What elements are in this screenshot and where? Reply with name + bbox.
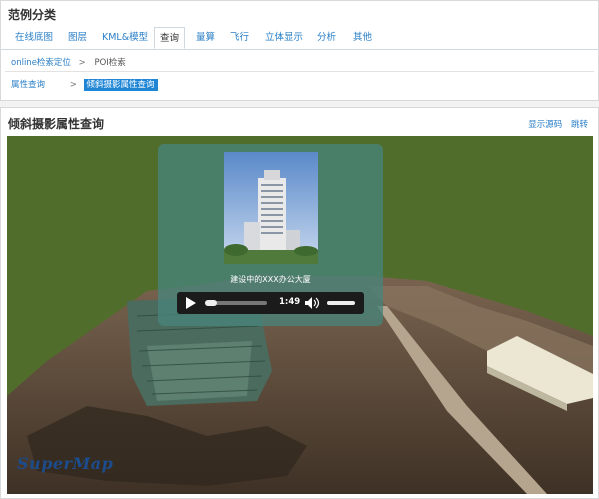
- player-time: 1:49: [279, 297, 301, 307]
- tab-measure[interactable]: 量算: [196, 27, 215, 49]
- tab-analysis[interactable]: 分析: [317, 27, 336, 49]
- example-actions: 显示源码 跳转: [522, 118, 588, 130]
- tab-online-basemap[interactable]: 在线底图: [15, 27, 53, 49]
- volume-icon[interactable]: [305, 297, 320, 309]
- tab-stereo-display[interactable]: 立体显示: [265, 27, 303, 49]
- link-online-search[interactable]: online检索定位: [11, 58, 71, 68]
- tab-query[interactable]: 查询: [154, 27, 186, 49]
- breadcrumb-sep: >: [69, 80, 77, 90]
- play-icon[interactable]: [186, 297, 196, 309]
- tab-kml-model[interactable]: KML&模型: [102, 27, 148, 49]
- category-panel: 范例分类 在线底图 图层 KML&模型 查询 量算 飞行 立体显示 分析 其他 …: [0, 0, 599, 101]
- jump-link[interactable]: 跳转: [571, 120, 588, 130]
- progress-slider[interactable]: [205, 300, 267, 306]
- category-title: 范例分类: [8, 8, 57, 22]
- popup-caption: 建设中的XXX办公大厦: [230, 275, 311, 284]
- tab-other[interactable]: 其他: [353, 27, 372, 49]
- row-divider: [5, 71, 594, 72]
- breadcrumb-sep: >: [78, 58, 86, 68]
- 3d-scene-viewport[interactable]: 建设中的XXX办公大厦 1:49 SuperMap: [7, 136, 593, 494]
- item-oblique-attribute-query[interactable]: 倾斜摄影属性查询: [83, 79, 158, 91]
- link-attribute-query[interactable]: 属性查询: [11, 80, 45, 90]
- video-player: 1:49: [177, 292, 364, 314]
- building-photo: [224, 152, 318, 264]
- show-source-link[interactable]: 显示源码: [528, 120, 562, 130]
- sub-row-online: online检索定位 > POI检索: [11, 56, 126, 68]
- sub-row-attribute: 属性查询 > 倾斜摄影属性查询: [11, 78, 158, 91]
- example-title: 倾斜摄影属性查询: [8, 117, 105, 131]
- attribute-popup: 建设中的XXX办公大厦 1:49: [158, 144, 383, 326]
- supermap-logo: SuperMap: [17, 454, 114, 473]
- player-controls: [186, 297, 355, 309]
- example-panel: 倾斜摄影属性查询 显示源码 跳转 建设中的XXX办公大厦 1:49 SuperM…: [0, 107, 599, 499]
- tab-layers[interactable]: 图层: [68, 27, 87, 49]
- tab-flight[interactable]: 飞行: [230, 27, 249, 49]
- volume-slider[interactable]: [327, 301, 355, 305]
- category-tabs: 在线底图 图层 KML&模型 查询 量算 飞行 立体显示 分析 其他: [1, 27, 598, 50]
- link-poi-search[interactable]: POI检索: [94, 58, 125, 68]
